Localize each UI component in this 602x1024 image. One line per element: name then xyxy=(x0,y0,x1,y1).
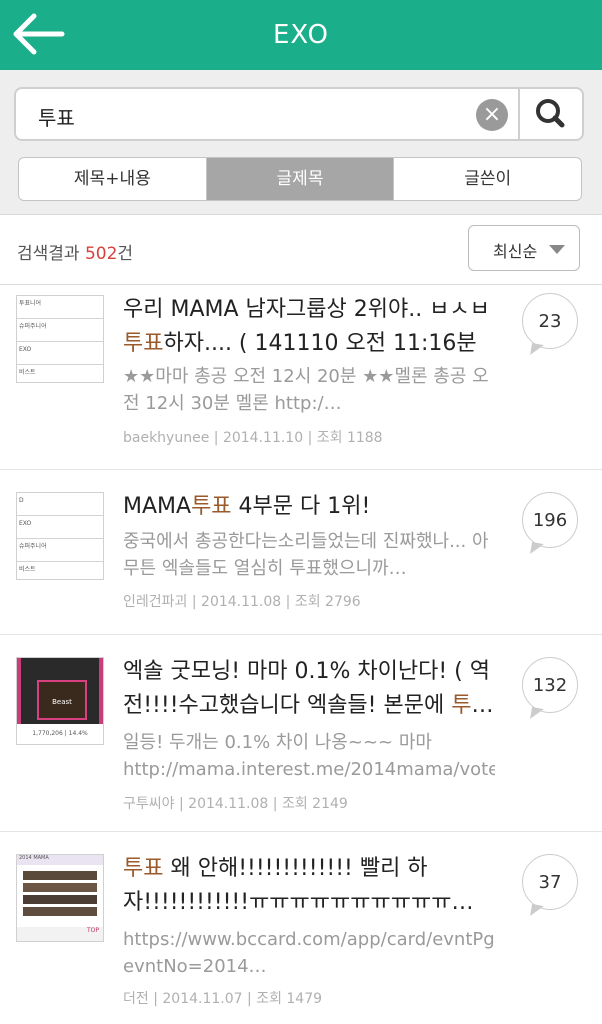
tab-author[interactable]: 글쓴이 xyxy=(394,158,581,200)
post-snippet: 중국에서 총공한다는소리들었는데 진짜했나... 아무튼 엑솔들도 열심히 투표… xyxy=(123,531,489,579)
tab-title-content[interactable]: 제목+내용 xyxy=(19,158,207,200)
post-title: 투표 왜 안해!!!!!!!!!!!!! 빨리 하자!!!!!!!!!!!!ㅠㅠ… xyxy=(123,856,474,915)
clear-icon[interactable]: × xyxy=(476,99,508,131)
sort-dropdown[interactable]: 최신순 xyxy=(468,225,580,271)
post-title: 엑솔 굿모닝! 마마 0.1% 차이난다! ( 역전!!!!수고했습니다 엑솔들… xyxy=(123,659,494,718)
search-icon xyxy=(536,99,565,128)
search-query[interactable]: 투표 xyxy=(38,102,75,131)
caret-down-icon xyxy=(549,245,565,254)
search-panel: 투표 × 제목+내용 글제목 글쓴이 xyxy=(0,70,602,215)
comment-count-badge: 132 xyxy=(522,657,578,713)
post-snippet: ★★마마 총공 오전 12시 20분 ★★멜론 총공 오전 12시 30분 멜론… xyxy=(123,366,489,414)
post-meta: 인레건파괴 | 2014.11.08 | 조회 2796 xyxy=(123,594,361,610)
tab-title[interactable]: 글제목 xyxy=(206,158,395,200)
sort-label: 최신순 xyxy=(493,242,538,261)
post-thumbnail: 투표니어 슈퍼주니어 EXO 비스트 xyxy=(16,295,104,383)
post-title: 우리 MAMA 남자그룹상 2위야.. ㅂㅅㅂ 투표하자.... ( 14111… xyxy=(123,297,490,356)
comment-count-badge: 196 xyxy=(522,492,578,548)
post-meta: 더전 | 2014.11.07 | 조회 1479 xyxy=(123,991,323,1007)
post-meta: 구투씨야 | 2014.11.08 | 조회 2149 xyxy=(123,796,348,812)
result-bar: 검색결과 502건 최신순 xyxy=(0,215,602,285)
post-snippet: 일등! 두개는 0.1% 차이 나옹~~~ 마마 http://mama.int… xyxy=(123,732,495,780)
search-scope-tabs: 제목+내용 글제목 글쓴이 xyxy=(18,157,582,201)
comment-count-badge: 37 xyxy=(522,854,578,910)
post-meta: baekhyunee | 2014.11.10 | 조회 1188 xyxy=(123,430,383,446)
post-list: 투표니어 슈퍼주니어 EXO 비스트 우리 MAMA 남자그룹상 2위야.. ㅂ… xyxy=(0,285,602,1024)
page-title: EXO xyxy=(272,20,330,50)
list-item[interactable]: 투표니어 슈퍼주니어 EXO 비스트 우리 MAMA 남자그룹상 2위야.. ㅂ… xyxy=(0,285,602,470)
result-count: 검색결과 502건 xyxy=(17,244,134,264)
comment-count-badge: 23 xyxy=(522,293,578,349)
post-thumbnail: D EXO 슈퍼주니어 비스트 xyxy=(16,492,104,580)
list-item[interactable]: D EXO 슈퍼주니어 비스트 MAMA투표 4부문 다 1위! 중국에서 총공… xyxy=(0,470,602,635)
list-item[interactable]: 2014 MAMA TOP 투표 왜 안해!!!!!!!!!!!!! 빨리 하자… xyxy=(0,832,602,1024)
post-title: MAMA투표 4부문 다 1위! xyxy=(123,494,371,519)
search-input[interactable]: 투표 × xyxy=(14,87,520,141)
list-item[interactable]: Beast 1,770,206 | 14.4% 엑솔 굿모닝! 마마 0.1% … xyxy=(0,635,602,832)
search-button[interactable] xyxy=(520,87,584,141)
post-thumbnail: 2014 MAMA TOP xyxy=(16,854,104,942)
post-thumbnail: Beast 1,770,206 | 14.4% xyxy=(16,657,104,745)
post-snippet: https://www.bccard.com/app/card/evntPgrs… xyxy=(123,929,495,977)
app-header: EXO xyxy=(0,0,602,70)
